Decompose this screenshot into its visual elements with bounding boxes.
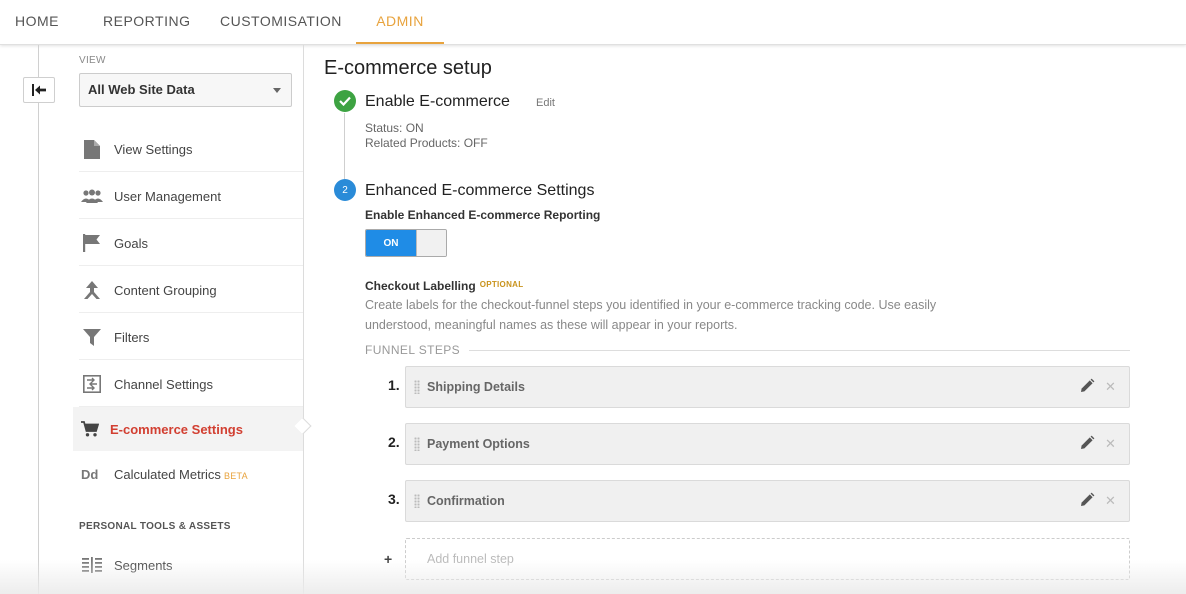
divider (79, 265, 303, 266)
sidebar-item-content-grouping[interactable]: Content Grouping (73, 267, 303, 313)
segments-icon (81, 554, 103, 576)
funnel-step-row[interactable]: Shipping Details ✕ (405, 366, 1130, 408)
cart-icon (79, 418, 101, 440)
close-icon[interactable]: ✕ (1105, 493, 1116, 509)
nav-admin[interactable]: ADMIN (356, 0, 444, 44)
view-label: VIEW (79, 55, 106, 66)
funnel-steps-label: FUNNEL STEPS (365, 343, 461, 357)
document-icon (81, 138, 103, 160)
sidebar-item-label: Segments (114, 557, 173, 573)
top-nav: HOME REPORTING CUSTOMISATION ADMIN (0, 0, 1186, 45)
sidebar-item-label: Goals (114, 235, 148, 251)
nav-home[interactable]: HOME (15, 0, 59, 44)
funnel-step-row[interactable]: Confirmation ✕ (405, 480, 1130, 522)
rail-line (38, 45, 39, 594)
flag-icon (81, 232, 103, 254)
sidebar-item-label: User Management (114, 188, 221, 204)
sidebar-item-filters[interactable]: Filters (73, 314, 303, 360)
funnel-step-number: 2. (388, 434, 400, 450)
beta-badge: BETA (223, 470, 248, 481)
funnel-step-number: 3. (388, 491, 400, 507)
step-number-badge: 2 (334, 179, 356, 201)
pencil-icon[interactable] (1079, 492, 1097, 510)
funnel-step-name: Payment Options (427, 437, 530, 451)
nav-reporting[interactable]: REPORTING (103, 0, 190, 44)
funnel-step-name: Shipping Details (427, 380, 525, 394)
funnel-step-name: Confirmation (427, 494, 505, 508)
caret-down-icon (273, 88, 281, 93)
step1-title: Enable E-commerce (365, 93, 510, 110)
sidebar-item-segments[interactable]: Segments (73, 542, 303, 588)
checkout-labelling-title: Checkout Labelling (365, 279, 476, 293)
sidebar-item-label: Channel Settings (114, 376, 214, 392)
divider (79, 312, 303, 313)
view-select[interactable]: All Web Site Data (79, 73, 292, 107)
close-icon[interactable]: ✕ (1105, 379, 1116, 395)
add-funnel-step-button[interactable]: + (384, 551, 392, 567)
enhanced-ecommerce-toggle[interactable]: ON (365, 229, 447, 257)
filter-icon (81, 326, 103, 348)
sidebar-item-user-management[interactable]: User Management (73, 173, 303, 219)
back-arrow-icon (32, 84, 46, 96)
toggle-on-label: ON (366, 230, 416, 256)
check-icon (334, 90, 356, 112)
drag-handle-icon[interactable] (414, 437, 420, 451)
sidebar-item-label: View Settings (114, 141, 193, 157)
close-icon[interactable]: ✕ (1105, 436, 1116, 452)
checkout-labelling-heading: Checkout Labelling OPTIONAL (365, 279, 523, 293)
left-rail (0, 45, 73, 594)
funnel-step-number: 1. (388, 377, 400, 393)
funnel-step-row[interactable]: Payment Options ✕ (405, 423, 1130, 465)
toggle-knob (416, 230, 446, 256)
divider (469, 350, 1130, 351)
sidebar-item-ecommerce-settings[interactable]: E-commerce Settings (73, 407, 303, 451)
sidebar-item-label: Filters (114, 329, 150, 345)
divider (79, 218, 303, 219)
sidebar-item-label: E-commerce Settings (110, 421, 243, 437)
checkout-description: Create labels for the checkout-funnel st… (365, 298, 937, 332)
drag-handle-icon[interactable] (414, 380, 420, 394)
related-products-status: Related Products: OFF (365, 136, 488, 150)
step2-title: Enhanced E-commerce Settings (365, 182, 595, 199)
sidebar-item-label: Content Grouping (114, 282, 217, 298)
divider (79, 359, 303, 360)
edit-link[interactable]: Edit (536, 97, 555, 109)
nav-customisation[interactable]: CUSTOMISATION (220, 0, 341, 44)
pencil-icon[interactable] (1079, 378, 1097, 396)
calculated-metrics-icon: Dd (81, 463, 103, 485)
back-button[interactable] (23, 77, 55, 103)
sidebar-item-view-settings[interactable]: View Settings (73, 126, 303, 172)
users-icon (81, 185, 103, 207)
svg-text:Dd: Dd (81, 467, 98, 481)
section-label: PERSONAL TOOLS & ASSETS (79, 521, 231, 532)
sidebar-item-label: Calculated Metrics BETA (114, 467, 248, 482)
sidebar-item-calculated-metrics[interactable]: Dd Calculated Metrics BETA (73, 451, 303, 497)
admin-sidebar: VIEW All Web Site Data View Settings Use… (73, 45, 312, 594)
ecommerce-status: Status: ON (365, 121, 424, 135)
channel-settings-icon (81, 373, 103, 395)
add-funnel-step-input[interactable]: Add funnel step (405, 538, 1130, 580)
drag-handle-icon[interactable] (414, 494, 420, 508)
sidebar-item-text: Calculated Metrics (114, 466, 221, 482)
page-title: E-commerce setup (324, 57, 492, 79)
ecommerce-setup-panel: E-commerce setup Enable E-commerce Edit … (304, 45, 1186, 594)
sidebar-item-goals[interactable]: Goals (73, 220, 303, 266)
content-grouping-icon (81, 279, 103, 301)
optional-badge: OPTIONAL (479, 280, 524, 289)
sidebar-item-channel-settings[interactable]: Channel Settings (73, 361, 303, 407)
step-connector (344, 113, 345, 179)
view-select-value: All Web Site Data (88, 82, 195, 97)
divider (79, 171, 303, 172)
pencil-icon[interactable] (1079, 435, 1097, 453)
enhanced-reporting-label: Enable Enhanced E-commerce Reporting (365, 208, 601, 222)
